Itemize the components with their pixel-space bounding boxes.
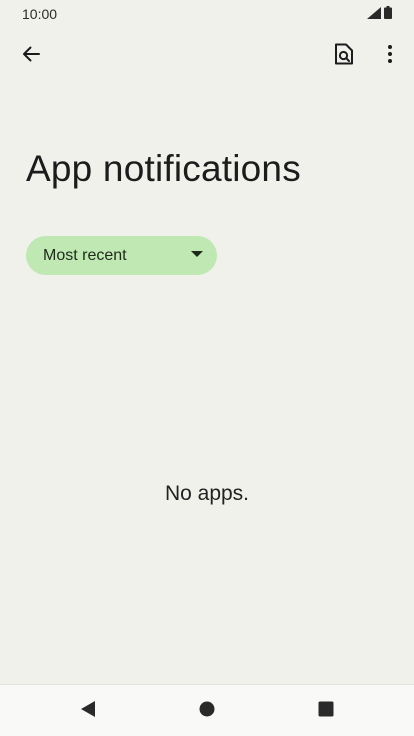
back-button[interactable]: [11, 36, 51, 76]
status-bar: 10:00: [0, 0, 414, 28]
more-options-button[interactable]: [370, 36, 410, 76]
filter-selected-label: Most recent: [43, 246, 127, 264]
app-bar: [0, 36, 414, 76]
empty-state-message: No apps.: [164, 482, 250, 505]
battery-icon: [384, 6, 392, 24]
nav-back-button[interactable]: [72, 695, 104, 727]
search-in-page-icon: [334, 43, 354, 70]
signal-icon: [367, 6, 381, 24]
nav-recents-square-icon: [318, 701, 334, 722]
nav-home-button[interactable]: [191, 695, 223, 727]
status-icons: [367, 6, 392, 24]
page-title: App notifications: [26, 148, 301, 189]
search-button[interactable]: [324, 36, 364, 76]
nav-home-circle-icon: [199, 701, 215, 722]
arrow-back-icon: [21, 44, 41, 69]
nav-recents-button[interactable]: [310, 695, 342, 727]
nav-back-triangle-icon: [80, 700, 96, 723]
system-navigation-bar: [0, 684, 414, 736]
more-vert-icon: [387, 44, 393, 69]
status-time: 10:00: [22, 6, 58, 22]
sort-filter-dropdown[interactable]: Most recent: [26, 236, 217, 275]
